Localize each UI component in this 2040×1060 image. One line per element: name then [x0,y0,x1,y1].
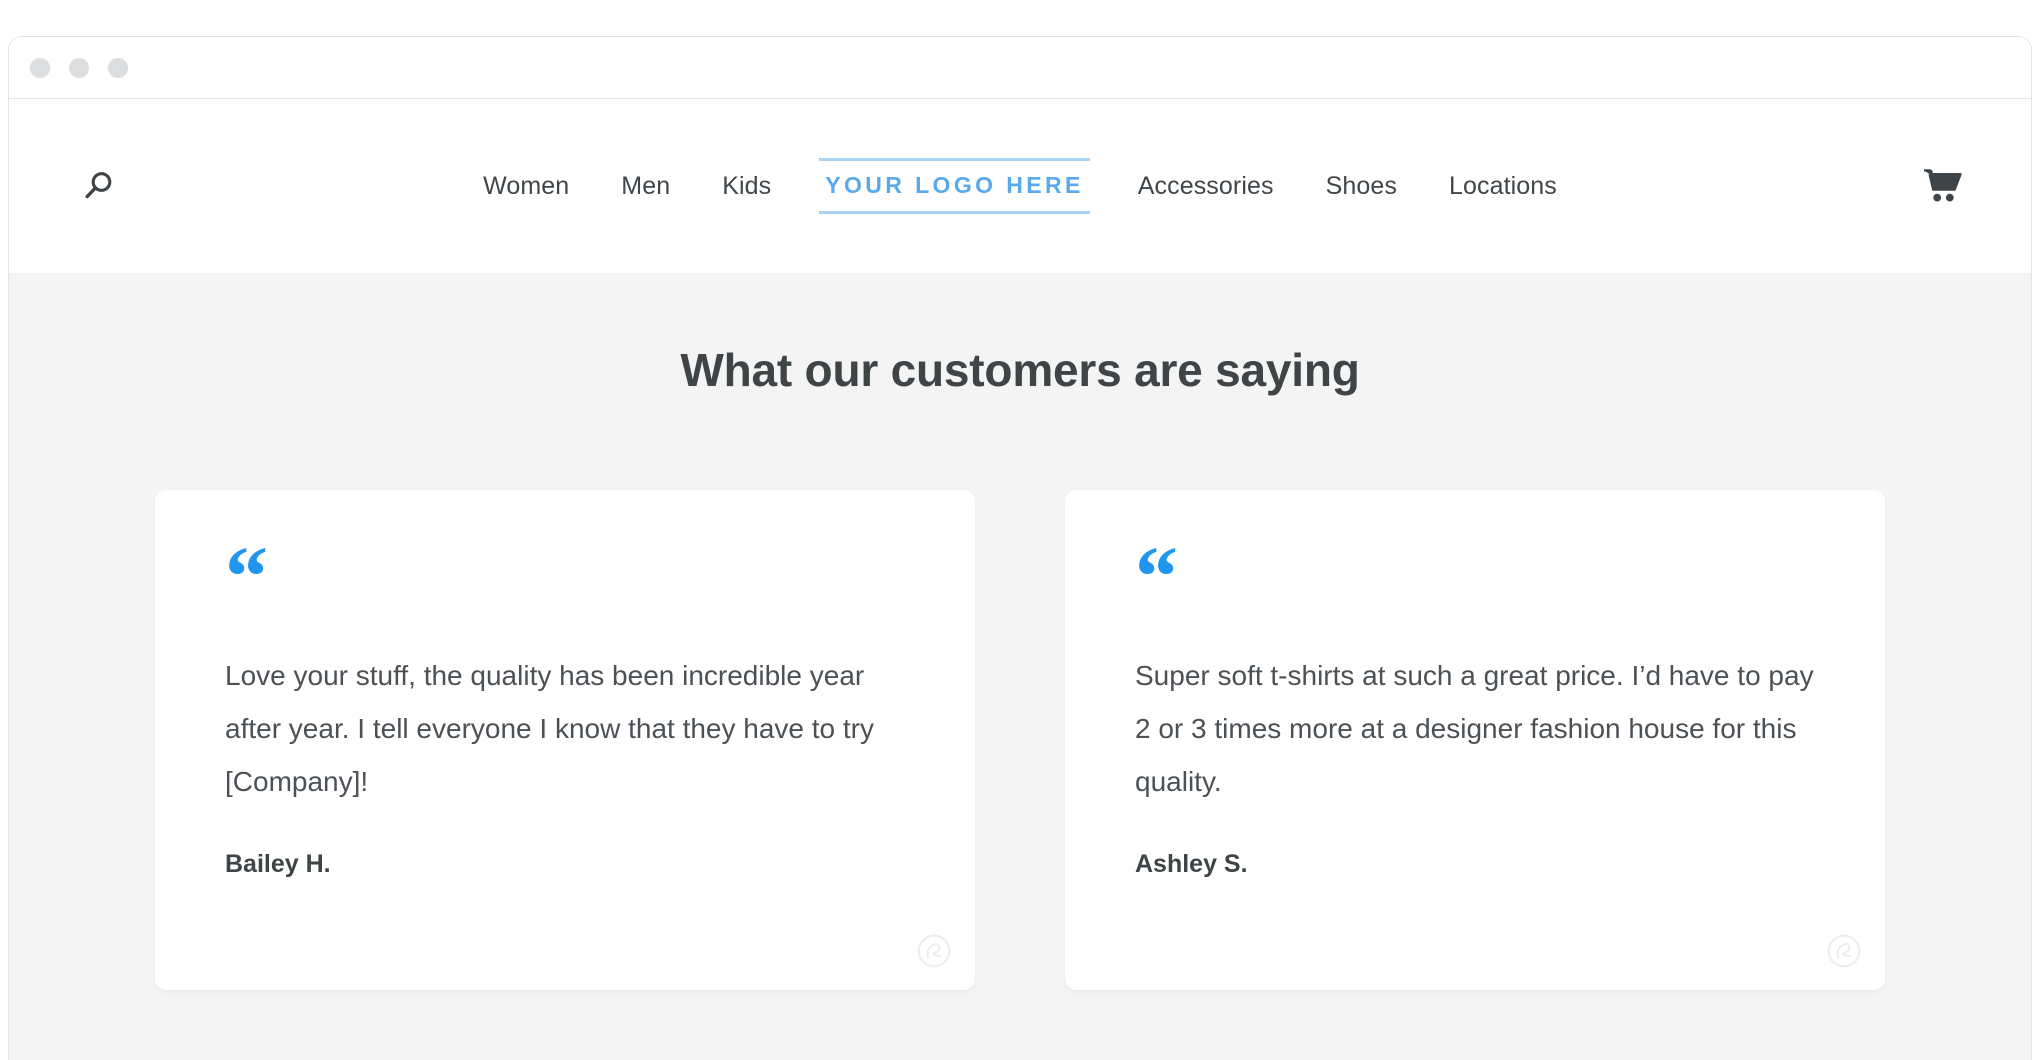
window-close-dot[interactable] [30,57,50,78]
nav-link-accessories[interactable]: Accessories [1112,172,1300,201]
testimonial-text: Love your stuff, the quality has been in… [225,660,875,797]
testimonial-author: Bailey H. [225,850,331,878]
quote-mark-icon: “ [225,528,268,624]
cart-button[interactable] [1917,163,1969,209]
testimonial-card: “ Super soft t-shirts at such a great pr… [1065,490,1885,990]
search-icon [85,172,112,199]
testimonial-author: Ashley S. [1135,850,1248,878]
nav-link-women[interactable]: Women [457,172,595,201]
site-header: Women Men Kids YOUR LOGO HERE Accessorie… [9,99,2031,273]
browser-titlebar [9,37,2031,99]
search-button[interactable] [75,163,121,209]
nav-link-shoes[interactable]: Shoes [1300,172,1423,201]
page-content: What our customers are saying “ Love you… [9,273,2031,1060]
nav-link-locations[interactable]: Locations [1423,172,1583,201]
window-minimize-dot[interactable] [69,57,89,78]
nav-link-men[interactable]: Men [595,172,696,201]
page-title: What our customers are saying [680,344,1360,396]
shopping-cart-icon [1924,169,1962,202]
testimonial-card: “ Love your stuff, the quality has been … [155,490,975,990]
window-maximize-dot[interactable] [108,57,128,78]
site-logo[interactable]: YOUR LOGO HERE [819,158,1090,214]
nav-link-kids[interactable]: Kids [696,172,797,201]
browser-window: Women Men Kids YOUR LOGO HERE Accessorie… [8,36,2032,1060]
quote-mark-icon: “ [1135,528,1178,624]
testimonial-text: Super soft t-shirts at such a great pric… [1135,660,1814,797]
testimonial-list: “ Love your stuff, the quality has been … [9,490,2031,990]
main-navigation: Women Men Kids YOUR LOGO HERE Accessorie… [9,158,2031,214]
brand-watermark-icon [917,934,951,968]
window-controls [30,57,128,78]
brand-watermark-icon [1827,934,1861,968]
